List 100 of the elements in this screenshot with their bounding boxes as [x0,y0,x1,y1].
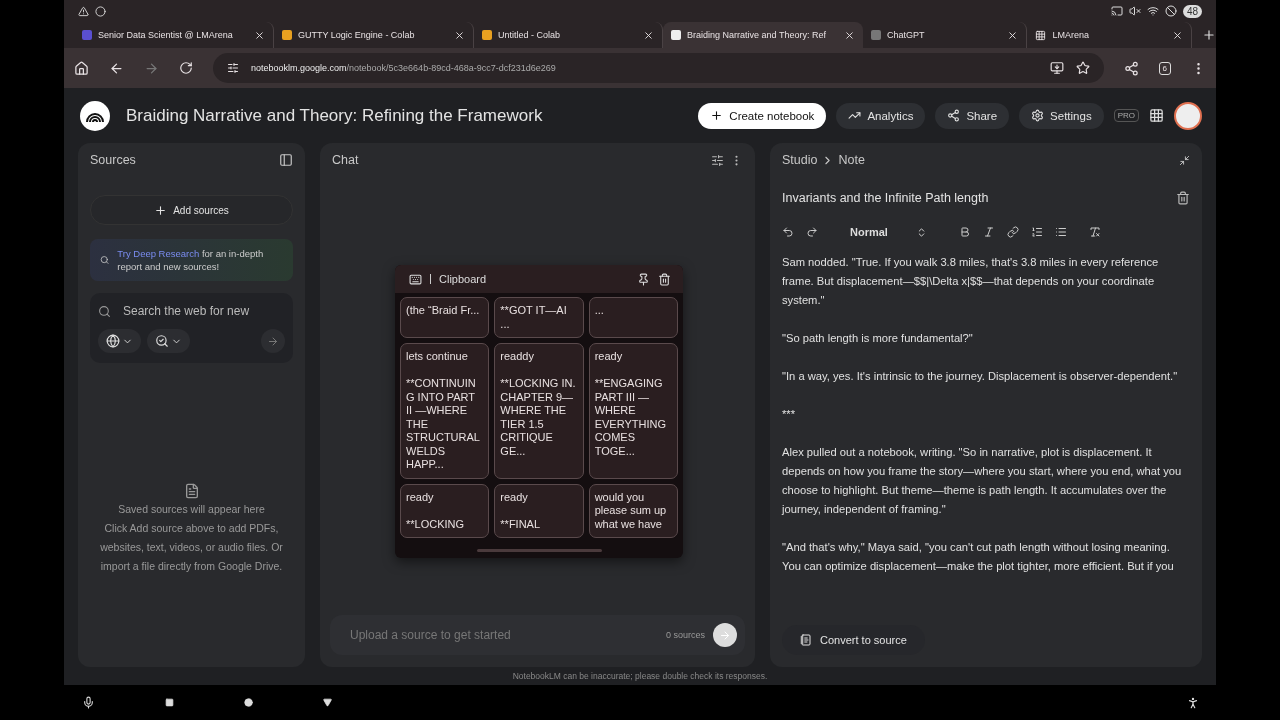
install-icon[interactable] [1049,61,1064,75]
send-button[interactable] [713,623,737,647]
header-button[interactable]: Settings [1019,102,1104,129]
web-source-dropdown[interactable] [98,329,141,353]
forward-icon[interactable] [144,60,159,76]
share-icon [947,109,961,122]
panel-toggle-icon[interactable] [279,153,293,167]
url-text: notebooklm.google.com/notebook/5c3e664b-89cd-468a-9cc7-dcf231d6e269 [251,63,557,73]
clipboard-item[interactable]: lets continue **CONTINUING INTO PART II —WHERE THE STRUCTURAL WELDS HAPP... [400,343,490,479]
new-tab-icon[interactable] [1202,28,1216,42]
wifi-icon [1146,5,1159,17]
clipboard-item[interactable]: ready **ENGAGING PART III —WHERE EVERYTHING COMES TOGE... [588,343,678,479]
note-paragraph: "In a way, yes. It's intrinsic to the journey. Displacement is observer-dependent." [782,369,1179,384]
clipboard-item[interactable]: would you please sum up what we have [588,483,678,538]
close-icon[interactable] [1172,29,1183,41]
site-settings-icon[interactable] [227,62,239,74]
header-button[interactable]: Share [935,102,1010,129]
reload-icon[interactable] [179,61,193,75]
site-icon [82,30,92,40]
bookmark-icon[interactable] [1075,61,1090,75]
clipboard-item[interactable]: readdy **LOCKING IN. CHAPTER 9—WHERE THE TIER 1.5 CRITIQUE GE... [494,343,584,479]
close-icon[interactable] [643,29,654,41]
block-icon [1164,5,1177,17]
search-icon [98,304,111,318]
disclaimer: NotebookLM can be inaccurate; please double check its responses. [511,670,769,683]
empty-title: Saved sources will appear here [118,503,265,515]
clear-format-icon[interactable] [1088,226,1101,238]
keyboard-icon[interactable] [409,272,422,286]
apps-icon[interactable] [1149,108,1164,123]
chat-input[interactable]: Upload a source to get started [348,627,658,643]
empty-text: Click Add source above to add PDFs, websites, text, videos, or audio files. Or import a file directly from Google Drive. [99,521,284,574]
convert-button[interactable]: Convert to source [782,625,925,655]
clipboard-title: Clipboard [439,273,488,285]
recents-icon[interactable] [165,698,174,707]
trend-icon [848,109,862,122]
drag-handle[interactable] [476,548,602,552]
avatar[interactable] [1174,101,1202,130]
numbered-list-icon[interactable] [1030,226,1043,238]
clipboard-item[interactable]: **GOT IT—AI ... [494,297,584,338]
circle-icon [95,5,106,17]
pin-icon[interactable] [637,272,650,286]
plus-icon [154,203,168,217]
search-field[interactable]: Search the web for new [98,303,285,319]
home-icon[interactable] [74,60,89,76]
redo-icon[interactable] [806,226,818,238]
browser-tab[interactable]: Braiding Narrative and Theory: Ref [663,22,863,48]
panel-title: Chat [332,153,359,167]
logo-icon [80,100,110,131]
breadcrumb-link[interactable]: Studio [782,153,818,167]
clipboard-item[interactable]: (the “Braid Fr... [400,297,490,338]
accessibility-icon[interactable] [1186,695,1200,710]
link-icon[interactable] [1006,226,1019,238]
note-paragraph: "So path length is more fundamental?" [782,331,974,346]
clipboard-item[interactable]: ... [588,297,678,338]
deep-research-link[interactable]: Try Deep Research [117,248,200,259]
add-sources-button[interactable]: Add sources [90,195,293,225]
research-mode-dropdown[interactable] [147,329,190,353]
mute-icon [1128,5,1141,17]
document-icon [183,483,200,499]
plus-icon [710,109,724,122]
mic-icon[interactable] [82,696,95,709]
note-paragraph: Alex pulled out a notebook, writing. "So in narrative, plot is displacement. It depends on how you frame the story—where you start, where you end, what you choose to highlight. But theme—theme is path length. It accumulates over the journey, independent of framing." [782,445,1183,517]
settings-sliders-icon[interactable] [711,153,724,167]
note-title: Invariants and the Infinite Path length [782,191,989,205]
chat-input-bar[interactable]: Upload a source to get started 0 sources [330,615,745,655]
tab-count[interactable]: 6 [1158,61,1171,75]
bullet-list-icon[interactable] [1054,226,1067,238]
note-paragraph: "And that's why," Maya said, "you can't cut path length without losing meaning. You can optimize displacement—make the plot tighter, more efficient. But if you [782,540,1175,574]
note-paragraph: Sam nodded. "True. If you walk 3.8 miles, that's 3.8 miles in every reference frame. But displacement—$$|\Delta x|$$—that depends on your coordinate system." [782,255,1160,308]
back-icon[interactable] [109,60,124,76]
collapse-icon[interactable] [1179,154,1190,166]
site-icon [671,30,681,40]
site-icon [282,30,292,40]
settings-icon [1031,109,1045,122]
close-icon[interactable] [454,29,465,41]
text-style-select[interactable]: Normal [844,225,933,239]
home-icon[interactable] [244,698,253,707]
notebook-title: Braiding Narrative and Theory: Refining the Framework [126,105,544,126]
close-icon[interactable] [254,29,265,41]
share-icon[interactable] [1123,60,1139,76]
back-icon[interactable] [323,698,332,707]
magnifier-icon [100,253,110,267]
note-icon [800,634,812,646]
globe-icon [106,334,120,348]
italic-icon[interactable] [982,226,995,238]
header-button[interactable]: Create notebook [698,102,827,129]
header-button[interactable]: Analytics [836,102,926,129]
delete-icon[interactable] [658,272,671,286]
promo-text: Try Deep Research for an in-depth report and new sources! [117,247,265,273]
close-icon[interactable] [844,29,855,41]
breadcrumb-current: Note [838,153,865,167]
bold-icon[interactable] [958,226,971,238]
close-icon[interactable] [1007,29,1019,41]
address-bar[interactable]: notebooklm.google.com/notebook/5c3e664b-89cd-468a-9cc7-dcf231d6e269 [213,53,1104,83]
clipboard-item[interactable]: ready **FINAL [494,483,584,538]
clipboard-item[interactable]: ready **LOCKING [400,483,490,538]
delete-icon[interactable] [1176,191,1190,205]
undo-icon[interactable] [782,226,794,238]
source-count: 0 sources [665,630,705,640]
submit-button[interactable] [261,329,285,353]
